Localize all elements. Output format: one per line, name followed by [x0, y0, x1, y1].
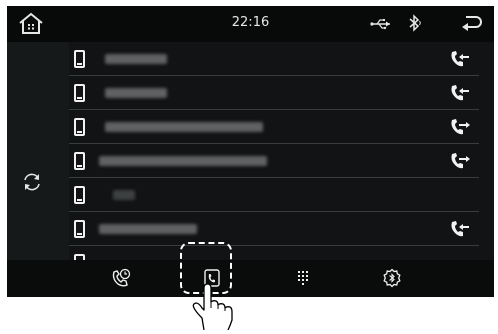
list-scrollbar[interactable] [479, 42, 494, 260]
list-item[interactable] [69, 144, 479, 178]
tab-recent-calls[interactable] [101, 260, 141, 297]
contact-name-redacted [105, 88, 167, 98]
usb-icon [370, 16, 392, 30]
missed-call-icon [449, 219, 471, 239]
status-bar: 22:16 [7, 6, 494, 42]
list-item[interactable] [69, 110, 479, 144]
phone-icon [74, 220, 85, 238]
phone-icon [74, 152, 85, 170]
contact-name-redacted [99, 156, 267, 166]
missed-call-icon [449, 49, 471, 69]
phone-icon [74, 50, 85, 68]
refresh-icon[interactable] [21, 171, 43, 193]
bottom-tab-bar [7, 260, 494, 297]
missed-call-icon [449, 83, 471, 103]
tab-bluetooth-settings[interactable] [372, 260, 412, 297]
phone-icon [74, 118, 85, 136]
contact-list [69, 42, 479, 260]
contact-name-redacted [113, 190, 135, 200]
tab-keypad[interactable] [283, 260, 323, 297]
list-item[interactable] [69, 42, 479, 76]
contact-name-redacted [105, 122, 263, 132]
list-item[interactable] [69, 212, 479, 246]
left-panel [7, 42, 69, 260]
list-item[interactable] [69, 76, 479, 110]
bluetooth-icon [408, 14, 422, 32]
outgoing-call-icon [449, 117, 471, 137]
phone-icon [74, 84, 85, 102]
recent-calls-icon [112, 268, 131, 287]
outgoing-call-icon [449, 151, 471, 171]
phone-icon [74, 186, 85, 204]
keypad-icon [298, 271, 308, 285]
head-unit-screen: 22:16 [7, 6, 494, 297]
list-item[interactable] [69, 246, 479, 260]
contact-name-redacted [99, 224, 197, 234]
list-item[interactable] [69, 178, 479, 212]
contact-name-redacted [105, 54, 167, 64]
bluetooth-gear-icon [383, 268, 401, 288]
back-icon[interactable] [459, 12, 485, 34]
pointing-hand-icon [180, 258, 240, 331]
